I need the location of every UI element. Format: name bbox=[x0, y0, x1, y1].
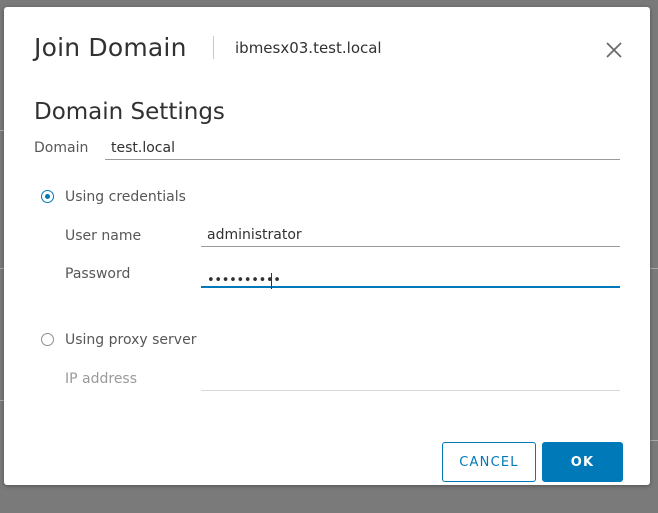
domain-label: Domain bbox=[34, 140, 89, 156]
cancel-button[interactable]: CANCEL bbox=[442, 442, 536, 482]
join-domain-dialog: Join Domain ibmesx03.test.local Domain S… bbox=[4, 7, 650, 485]
text-cursor bbox=[271, 273, 272, 289]
password-masked-value: •••••••••• bbox=[207, 273, 281, 288]
host-name: ibmesx03.test.local bbox=[235, 39, 382, 57]
title-divider bbox=[213, 36, 214, 59]
proxy-radio-label[interactable]: Using proxy server bbox=[65, 332, 196, 348]
ip-address-label: IP address bbox=[65, 371, 138, 387]
domain-input[interactable] bbox=[105, 136, 620, 160]
password-label: Password bbox=[65, 266, 131, 282]
credentials-radio-label[interactable]: Using credentials bbox=[65, 189, 186, 205]
dialog-title: Join Domain bbox=[34, 33, 187, 62]
username-input[interactable] bbox=[201, 223, 620, 247]
background-divider bbox=[650, 268, 658, 269]
section-heading: Domain Settings bbox=[34, 99, 225, 125]
proxy-radio[interactable] bbox=[41, 333, 54, 346]
close-icon[interactable] bbox=[602, 38, 626, 62]
ok-button[interactable]: OK bbox=[542, 442, 623, 482]
ip-address-input[interactable] bbox=[201, 367, 620, 391]
credentials-radio[interactable] bbox=[41, 190, 54, 203]
username-label: User name bbox=[65, 228, 142, 244]
background-divider bbox=[650, 440, 658, 441]
